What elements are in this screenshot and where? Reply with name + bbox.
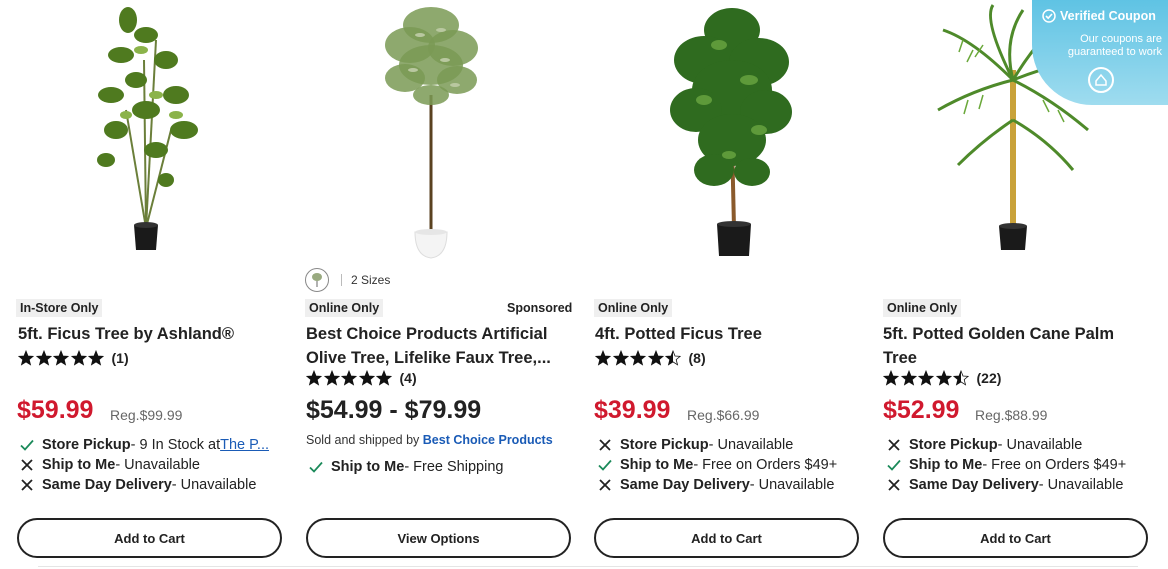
- price-range: $54.99 - $79.99: [306, 396, 482, 424]
- coupon-seal-icon: [1088, 67, 1114, 93]
- star-rating[interactable]: (4): [306, 370, 417, 386]
- star-rating[interactable]: (1): [18, 350, 129, 366]
- x-icon: [886, 437, 902, 453]
- coupon-header: Verified Coupon: [1042, 9, 1156, 23]
- x-icon: [597, 477, 613, 493]
- availability-badge: Online Only: [305, 299, 384, 317]
- add-to-cart-button[interactable]: Add to Cart: [17, 518, 282, 558]
- fulfillment-same-day: Same Day Delivery - Unavailable: [886, 477, 1123, 493]
- regular-price: Reg.$88.99: [975, 407, 1048, 423]
- sponsored-label: Sponsored: [507, 301, 573, 315]
- fulfillment-store-pickup: Store Pickup - Unavailable: [886, 437, 1082, 453]
- availability-badge: Online Only: [883, 299, 962, 317]
- fulfillment-same-day: Same Day Delivery - Unavailable: [19, 477, 256, 493]
- store-link[interactable]: The P...: [220, 437, 269, 453]
- product-image[interactable]: [584, 0, 873, 265]
- tree-swatch-icon[interactable]: [305, 268, 329, 292]
- size-count: 2 Sizes: [351, 273, 391, 287]
- add-to-cart-button[interactable]: Add to Cart: [883, 518, 1148, 558]
- product-image[interactable]: [6, 0, 295, 265]
- regular-price: Reg.$66.99: [687, 407, 760, 423]
- star-rating[interactable]: (22): [883, 370, 1001, 386]
- coupon-subtitle: Our coupons are guaranteed to work: [1067, 33, 1162, 58]
- divider: [341, 274, 342, 286]
- review-count: (1): [111, 350, 129, 366]
- product-grid: In-Store Only 5ft. Ficus Tree by Ashland…: [0, 0, 1168, 569]
- fulfillment-ship-to-me: Ship to Me - Unavailable: [19, 457, 200, 473]
- sale-price: $59.99: [17, 396, 94, 424]
- view-options-button[interactable]: View Options: [306, 518, 571, 558]
- star-rating[interactable]: (8): [595, 350, 706, 366]
- sale-price: $39.99: [594, 396, 671, 424]
- product-image[interactable]: [295, 0, 584, 265]
- seller-link[interactable]: Best Choice Products: [423, 433, 553, 447]
- regular-price: Reg.$99.99: [110, 407, 183, 423]
- fulfillment-store-pickup: Store Pickup - 9 In Stock at The P...: [19, 437, 269, 453]
- sale-price: $52.99: [883, 396, 960, 424]
- x-icon: [19, 457, 35, 473]
- x-icon: [886, 477, 902, 493]
- bottom-divider: [38, 566, 1138, 567]
- review-count: (4): [399, 370, 417, 386]
- stars-icon: [595, 350, 683, 366]
- review-count: (8): [688, 350, 706, 366]
- verified-coupon-banner[interactable]: Verified Coupon Our coupons are guarante…: [1032, 0, 1168, 105]
- product-title[interactable]: Best Choice Products Artificial Olive Tr…: [306, 322, 551, 370]
- fulfillment-ship-to-me: Ship to Me - Free on Orders $49+: [597, 457, 837, 473]
- check-icon: [308, 459, 324, 475]
- product-title[interactable]: 5ft. Ficus Tree by Ashland®: [18, 322, 234, 346]
- fulfillment-ship-to-me: Ship to Me - Free Shipping: [308, 459, 503, 475]
- variant-selector[interactable]: 2 Sizes: [305, 268, 390, 292]
- fulfillment-ship-to-me: Ship to Me - Free on Orders $49+: [886, 457, 1126, 473]
- review-count: (22): [976, 370, 1002, 386]
- stars-icon: [883, 370, 971, 386]
- stars-icon: [18, 350, 106, 366]
- fulfillment-store-pickup: Store Pickup - Unavailable: [597, 437, 793, 453]
- availability-badge: Online Only: [594, 299, 673, 317]
- check-icon: [886, 457, 902, 473]
- verified-check-icon: [1042, 9, 1056, 23]
- availability-badge: In-Store Only: [16, 299, 103, 317]
- product-title[interactable]: 4ft. Potted Ficus Tree: [595, 322, 762, 346]
- x-icon: [597, 437, 613, 453]
- coupon-title: Verified Coupon: [1060, 9, 1156, 23]
- product-card: Online Only 4ft. Potted Ficus Tree (8) $…: [584, 0, 873, 569]
- x-icon: [19, 477, 35, 493]
- fulfillment-same-day: Same Day Delivery - Unavailable: [597, 477, 834, 493]
- add-to-cart-button[interactable]: Add to Cart: [594, 518, 859, 558]
- product-card: 2 Sizes Online Only Sponsored Best Choic…: [295, 0, 584, 569]
- check-icon: [597, 457, 613, 473]
- product-title[interactable]: 5ft. Potted Golden Cane Palm Tree: [883, 322, 1114, 370]
- check-icon: [19, 437, 35, 453]
- sold-by: Sold and shipped by Best Choice Products: [306, 433, 553, 447]
- product-card: In-Store Only 5ft. Ficus Tree by Ashland…: [6, 0, 295, 569]
- stars-icon: [306, 370, 394, 386]
